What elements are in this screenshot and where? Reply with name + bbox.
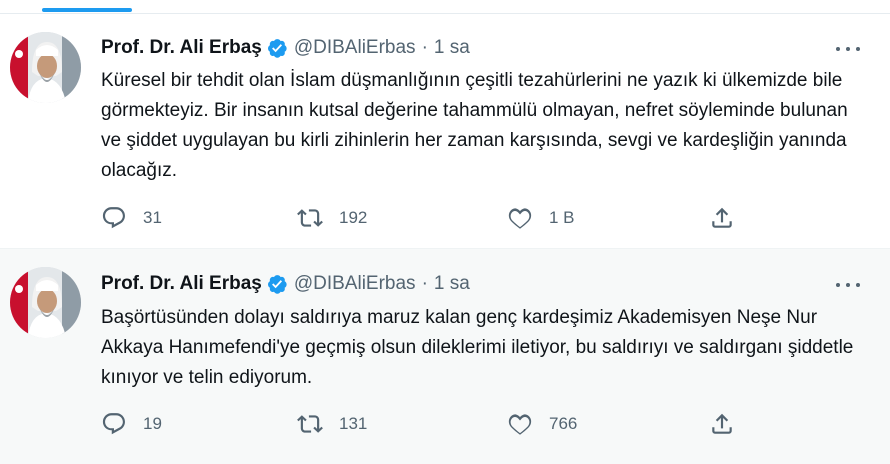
- avatar[interactable]: [10, 267, 81, 338]
- timestamp[interactable]: 1 sa: [434, 37, 470, 59]
- retweet-icon: [297, 415, 323, 433]
- tweet[interactable]: Prof. Dr. Ali Erbaş @DIBAliErbas · 1 sa …: [0, 248, 890, 464]
- like-count: 1 B: [549, 208, 575, 227]
- active-tab-indicator: [42, 8, 132, 12]
- verified-badge-icon: [266, 37, 288, 59]
- like-count: 766: [549, 414, 578, 433]
- like-icon: [508, 208, 532, 229]
- tweet-header: Prof. Dr. Ali Erbaş @DIBAliErbas · 1 sa: [101, 273, 470, 295]
- more-icon[interactable]: [836, 277, 860, 293]
- reply-count: 31: [143, 208, 162, 227]
- like-button[interactable]: 766: [507, 409, 577, 439]
- like-button[interactable]: 1 B: [507, 203, 575, 233]
- tweet[interactable]: Prof. Dr. Ali Erbaş @DIBAliErbas · 1 sa …: [0, 15, 890, 248]
- avatar[interactable]: [10, 32, 81, 103]
- author-handle[interactable]: @DIBAliErbas: [294, 37, 416, 59]
- timeline-top-border: [0, 0, 890, 14]
- separator-dot: ·: [421, 37, 428, 58]
- reply-icon: [102, 207, 125, 229]
- verified-badge-icon: [266, 273, 288, 295]
- retweet-button[interactable]: 131: [297, 409, 367, 439]
- reply-button[interactable]: 19: [101, 409, 162, 439]
- tweet-actions: 19 131 766: [101, 409, 751, 439]
- retweet-button[interactable]: 192: [297, 203, 367, 233]
- avatar-image: [10, 32, 81, 103]
- share-icon: [712, 413, 732, 434]
- reply-count: 19: [143, 414, 162, 433]
- author-handle[interactable]: @DIBAliErbas: [294, 273, 416, 295]
- tweet-text: Başörtüsünden dolayı saldırıya maruz kal…: [101, 307, 854, 388]
- separator-dot: ·: [421, 273, 428, 294]
- tweet-text: Küresel bir tehdit olan İslam düşmanlığı…: [101, 70, 848, 181]
- retweet-icon: [297, 209, 323, 227]
- share-button[interactable]: [709, 203, 735, 233]
- share-button[interactable]: [709, 409, 735, 439]
- like-icon: [508, 414, 532, 435]
- more-icon[interactable]: [836, 41, 860, 57]
- author-name[interactable]: Prof. Dr. Ali Erbaş: [101, 37, 262, 59]
- author-name[interactable]: Prof. Dr. Ali Erbaş: [101, 273, 262, 295]
- tweet-header: Prof. Dr. Ali Erbaş @DIBAliErbas · 1 sa: [101, 37, 470, 59]
- reply-button[interactable]: 31: [101, 203, 162, 233]
- timestamp[interactable]: 1 sa: [434, 273, 470, 295]
- retweet-count: 131: [339, 414, 368, 433]
- reply-icon: [102, 413, 125, 435]
- avatar-image: [10, 267, 81, 338]
- tweet-actions: 31 192 1 B: [101, 203, 751, 233]
- share-icon: [712, 207, 732, 228]
- retweet-count: 192: [339, 208, 368, 227]
